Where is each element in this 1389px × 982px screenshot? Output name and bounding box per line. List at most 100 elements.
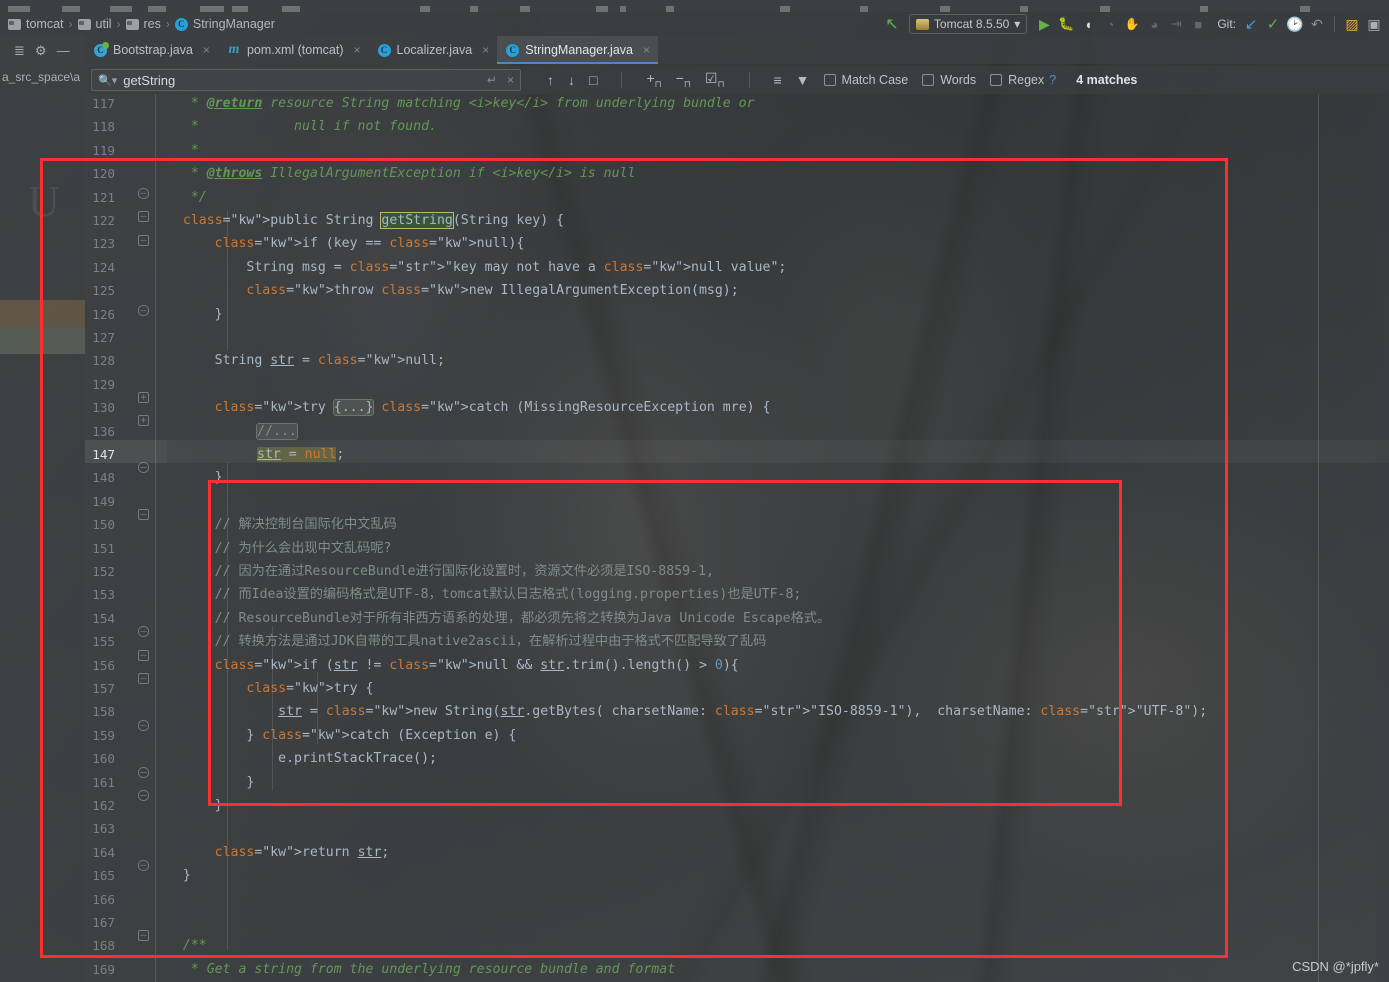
code-line[interactable]: } class="kw">catch (Exception e) { <box>167 724 516 747</box>
update-project-icon[interactable]: ↙ <box>1240 14 1262 34</box>
regex-help-icon[interactable]: ? <box>1049 73 1056 87</box>
newline-search-icon[interactable]: ↵ <box>487 73 497 87</box>
code-line[interactable]: /** <box>167 934 207 957</box>
fold-marker[interactable]: – <box>138 626 149 637</box>
fold-marker[interactable]: – <box>138 790 149 801</box>
close-icon[interactable]: × <box>482 43 489 57</box>
regex-checkbox[interactable]: Regex <box>990 73 1044 87</box>
deploy-icon[interactable]: ⇥ <box>1165 14 1187 34</box>
code-line[interactable]: e.printStackTrace(); <box>167 747 437 770</box>
breadcrumb-item-tomcat[interactable]: tomcat <box>8 17 64 31</box>
project-tree[interactable]: U <box>0 90 85 982</box>
select-all-icon[interactable]: ☑⊓ <box>705 70 725 90</box>
words-checkbox[interactable]: Words <box>922 73 976 87</box>
history-icon[interactable]: 🕑 <box>1284 14 1306 34</box>
fold-marker-expand[interactable]: + <box>138 392 149 403</box>
code-editor[interactable]: 117 118 119 120 121 122 123 124 125 126 127 128 129 1… <box>85 94 1389 982</box>
code-line[interactable]: * @return resource String matching <i>ke… <box>167 94 755 115</box>
code-line[interactable]: * <box>167 139 199 162</box>
tab-stringmanager-java[interactable]: C StringManager.java × <box>497 36 658 64</box>
breadcrumb-item-res[interactable]: res <box>125 17 161 31</box>
code-line[interactable]: */ <box>167 186 207 209</box>
code-line[interactable]: class="kw">if (key == class="kw">null){ <box>167 232 525 255</box>
project-panel-toolbar[interactable]: ≣ ⚙ — <box>0 36 85 64</box>
search-everywhere-icon[interactable]: ▣ <box>1363 14 1385 34</box>
fold-marker[interactable]: – <box>138 930 149 941</box>
fold-marker[interactable]: – <box>138 766 149 778</box>
code-line[interactable]: } <box>167 794 223 817</box>
layout-icon[interactable]: ▨ <box>1341 14 1363 34</box>
code-line[interactable]: str = class="kw">new String(str.getBytes… <box>167 700 1207 723</box>
filter-lines-icon[interactable]: ≡ <box>774 72 782 88</box>
fold-marker[interactable]: – <box>138 462 149 473</box>
code-line[interactable]: } <box>167 466 223 489</box>
main-toolbar[interactable]: ↖ Tomcat 8.5.50 ▾ ▶ 🐛 ◖ ◔ ✋ ◕ ⇥ ■ Git: ↙… <box>881 12 1389 36</box>
code-line[interactable]: // 解决控制台国际化中文乱码 <box>167 513 397 536</box>
code-line[interactable]: //... <box>167 420 298 443</box>
fold-marker[interactable]: – <box>138 719 149 731</box>
select-all-occurrences-icon[interactable]: □ <box>589 72 597 88</box>
code-line[interactable]: // 而Idea设置的编码格式是UTF-8，tomcat默认日志格式(loggi… <box>167 583 802 606</box>
arrow-up-left-icon[interactable]: ↖ <box>881 14 903 34</box>
editor-tab-bar[interactable]: C Bootstrap.java × m pom.xml (tomcat) × … <box>85 36 1389 64</box>
collapse-all-icon[interactable]: ≣ <box>14 44 25 57</box>
hide-panel-icon[interactable]: — <box>57 44 70 57</box>
code-line[interactable]: class="kw">try { <box>167 677 373 700</box>
profile-icon[interactable]: ◔ <box>1099 14 1121 34</box>
search-icon[interactable]: 🔍▾ <box>98 74 117 87</box>
run-configuration-selector[interactable]: Tomcat 8.5.50 ▾ <box>908 14 1028 34</box>
clear-search-icon[interactable]: × <box>507 73 514 87</box>
debug-icon[interactable]: 🐛 <box>1055 14 1077 34</box>
fold-marker[interactable]: – <box>138 234 149 246</box>
fold-marker[interactable]: – <box>138 188 149 199</box>
code-line[interactable]: String str = class="kw">null; <box>167 349 445 372</box>
code-line[interactable]: // ResourceBundle对于所有非西方语系的处理，都必须先将之转换为J… <box>167 607 831 630</box>
tab-pom-xml[interactable]: m pom.xml (tomcat) × <box>218 36 369 64</box>
hotswap-icon[interactable]: ✋ <box>1121 14 1143 34</box>
code-line[interactable]: // 为什么会出现中文乱码呢? <box>167 537 392 560</box>
fold-marker[interactable]: – <box>138 673 149 684</box>
code-line[interactable]: } <box>167 303 223 326</box>
search-input[interactable]: 🔍▾ getString ↵ × <box>91 69 521 91</box>
remove-selection-icon[interactable]: −⊓ <box>676 70 691 90</box>
code-line[interactable]: * Get a string from the underlying resou… <box>167 958 675 981</box>
line-number-gutter[interactable]: 117 118 119 120 121 122 123 124 125 126 127 128 129 1… <box>85 94 167 982</box>
tab-localizer-java[interactable]: C Localizer.java × <box>369 36 498 64</box>
commit-icon[interactable]: ✓ <box>1262 14 1284 34</box>
settings-gear-icon[interactable]: ⚙ <box>35 44 47 57</box>
menu-bar[interactable] <box>0 0 1389 12</box>
fold-marker-expand[interactable]: + <box>138 415 149 427</box>
find-bar[interactable]: 🔍▾ getString ↵ × ↑ ↓ □ +⊓ −⊓ ☑⊓ ≡ ▼ Matc… <box>85 66 1389 94</box>
close-icon[interactable]: × <box>643 43 650 57</box>
editor-scrollbar[interactable] <box>1377 94 1389 982</box>
fold-marker[interactable]: – <box>138 509 149 520</box>
code-line[interactable]: * @throws IllegalArgumentException if <i… <box>167 162 636 185</box>
checkbox-box[interactable] <box>990 74 1003 86</box>
checkbox-box[interactable] <box>823 74 836 86</box>
run-with-coverage-icon[interactable]: ◖ <box>1077 14 1099 34</box>
checkbox-box[interactable] <box>922 74 935 86</box>
close-icon[interactable]: × <box>203 43 210 57</box>
close-icon[interactable]: × <box>353 43 360 57</box>
find-previous-icon[interactable]: ↑ <box>547 72 554 88</box>
breadcrumb-item-util[interactable]: util <box>77 17 112 31</box>
code-line[interactable]: str = null; <box>167 443 344 466</box>
run-icon[interactable]: ▶ <box>1033 14 1055 34</box>
tab-bootstrap-java[interactable]: C Bootstrap.java × <box>85 36 218 64</box>
fold-marker[interactable]: – <box>138 211 149 223</box>
rerun-icon[interactable]: ◕ <box>1143 14 1165 34</box>
code-line[interactable]: class="kw">if (str != class="kw">null &&… <box>167 654 739 677</box>
code-line[interactable]: // 转换方法是通过JDK自带的工具native2ascii，在解析过程中由于格… <box>167 630 767 653</box>
rollback-icon[interactable]: ↶ <box>1306 14 1328 34</box>
fold-marker[interactable]: – <box>138 305 149 316</box>
fold-marker[interactable]: – <box>138 649 149 661</box>
code-line[interactable]: * null if not found. <box>167 115 437 138</box>
code-line[interactable]: String msg = class="str">"key may not ha… <box>167 256 786 279</box>
code-line[interactable]: class="kw">throw class="kw">new IllegalA… <box>167 279 738 302</box>
breadcrumb-item-stringmanager[interactable]: C StringManager <box>174 17 275 31</box>
code-line[interactable]: class="kw">try {...} class="kw">catch (M… <box>167 396 770 419</box>
code-line[interactable]: } <box>167 771 254 794</box>
code-line[interactable]: class="kw">public String getString(Strin… <box>167 209 564 232</box>
filter-icon[interactable]: ▼ <box>796 72 810 88</box>
find-next-icon[interactable]: ↓ <box>568 72 575 88</box>
